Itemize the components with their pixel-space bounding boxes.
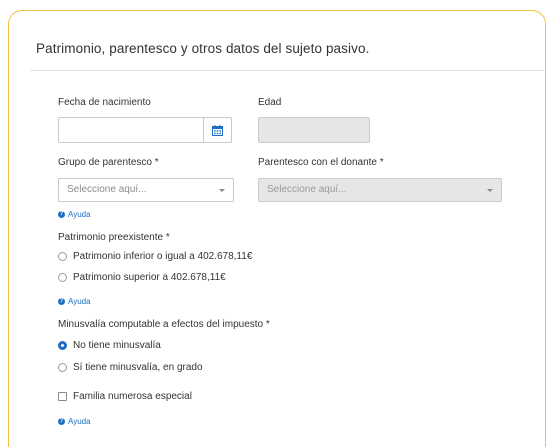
checkbox[interactable] xyxy=(58,392,67,401)
age-input xyxy=(258,117,370,143)
kinship-group-select[interactable]: Seleccione aquí... xyxy=(58,178,234,202)
radio-button[interactable] xyxy=(58,363,67,372)
radio-button[interactable] xyxy=(58,273,67,282)
help-icon: ? xyxy=(58,418,65,425)
age-label: Edad xyxy=(258,97,282,108)
disability-option-none[interactable]: No tiene minusvalía xyxy=(58,340,161,351)
large-family-help-link[interactable]: ? Ayuda xyxy=(58,417,91,426)
kinship-group-selected: Seleccione aquí... xyxy=(67,184,147,195)
section-divider xyxy=(30,70,544,71)
radio-button[interactable] xyxy=(58,252,67,261)
large-family-label: Familia numerosa especial xyxy=(73,391,192,402)
large-family-option[interactable]: Familia numerosa especial xyxy=(58,391,192,402)
chevron-down-icon xyxy=(487,189,493,192)
large-family-help-label: Ayuda xyxy=(68,417,91,426)
prior-wealth-help-link[interactable]: ? Ayuda xyxy=(58,297,91,306)
kinship-help-label: Ayuda xyxy=(68,210,91,219)
calendar-icon xyxy=(212,125,223,136)
page: Patrimonio, parentesco y otros datos del… xyxy=(0,0,554,447)
form-card xyxy=(8,10,546,447)
prior-wealth-option-higher[interactable]: Patrimonio superior a 402.678,11€ xyxy=(58,272,226,283)
chevron-down-icon xyxy=(219,189,225,192)
birthdate-input[interactable] xyxy=(58,117,204,143)
prior-wealth-option-higher-label: Patrimonio superior a 402.678,11€ xyxy=(73,272,226,283)
radio-button-checked[interactable] xyxy=(58,341,67,350)
disability-option-degree-label: Sí tiene minusvalía, en grado xyxy=(73,362,203,373)
birthdate-label: Fecha de nacimiento xyxy=(58,97,151,108)
prior-wealth-option-lower[interactable]: Patrimonio inferior o igual a 402.678,11… xyxy=(58,251,252,262)
kinship-donor-label: Parentesco con el donante * xyxy=(258,157,384,168)
kinship-donor-selected: Seleccione aquí... xyxy=(267,184,347,195)
disability-option-none-label: No tiene minusvalía xyxy=(73,340,161,351)
calendar-button[interactable] xyxy=(204,117,232,143)
kinship-donor-select: Seleccione aquí... xyxy=(258,178,502,202)
section-title: Patrimonio, parentesco y otros datos del… xyxy=(36,41,370,56)
disability-option-degree[interactable]: Sí tiene minusvalía, en grado xyxy=(58,362,203,373)
disability-label: Minusvalía computable a efectos del impu… xyxy=(58,319,270,330)
kinship-group-label: Grupo de parentesco * xyxy=(58,157,159,168)
prior-wealth-option-lower-label: Patrimonio inferior o igual a 402.678,11… xyxy=(73,251,253,262)
prior-wealth-help-label: Ayuda xyxy=(68,297,91,306)
help-icon: ? xyxy=(58,211,65,218)
help-icon: ? xyxy=(58,298,65,305)
prior-wealth-label: Patrimonio preexistente * xyxy=(58,232,170,243)
kinship-help-link[interactable]: ? Ayuda xyxy=(58,210,91,219)
